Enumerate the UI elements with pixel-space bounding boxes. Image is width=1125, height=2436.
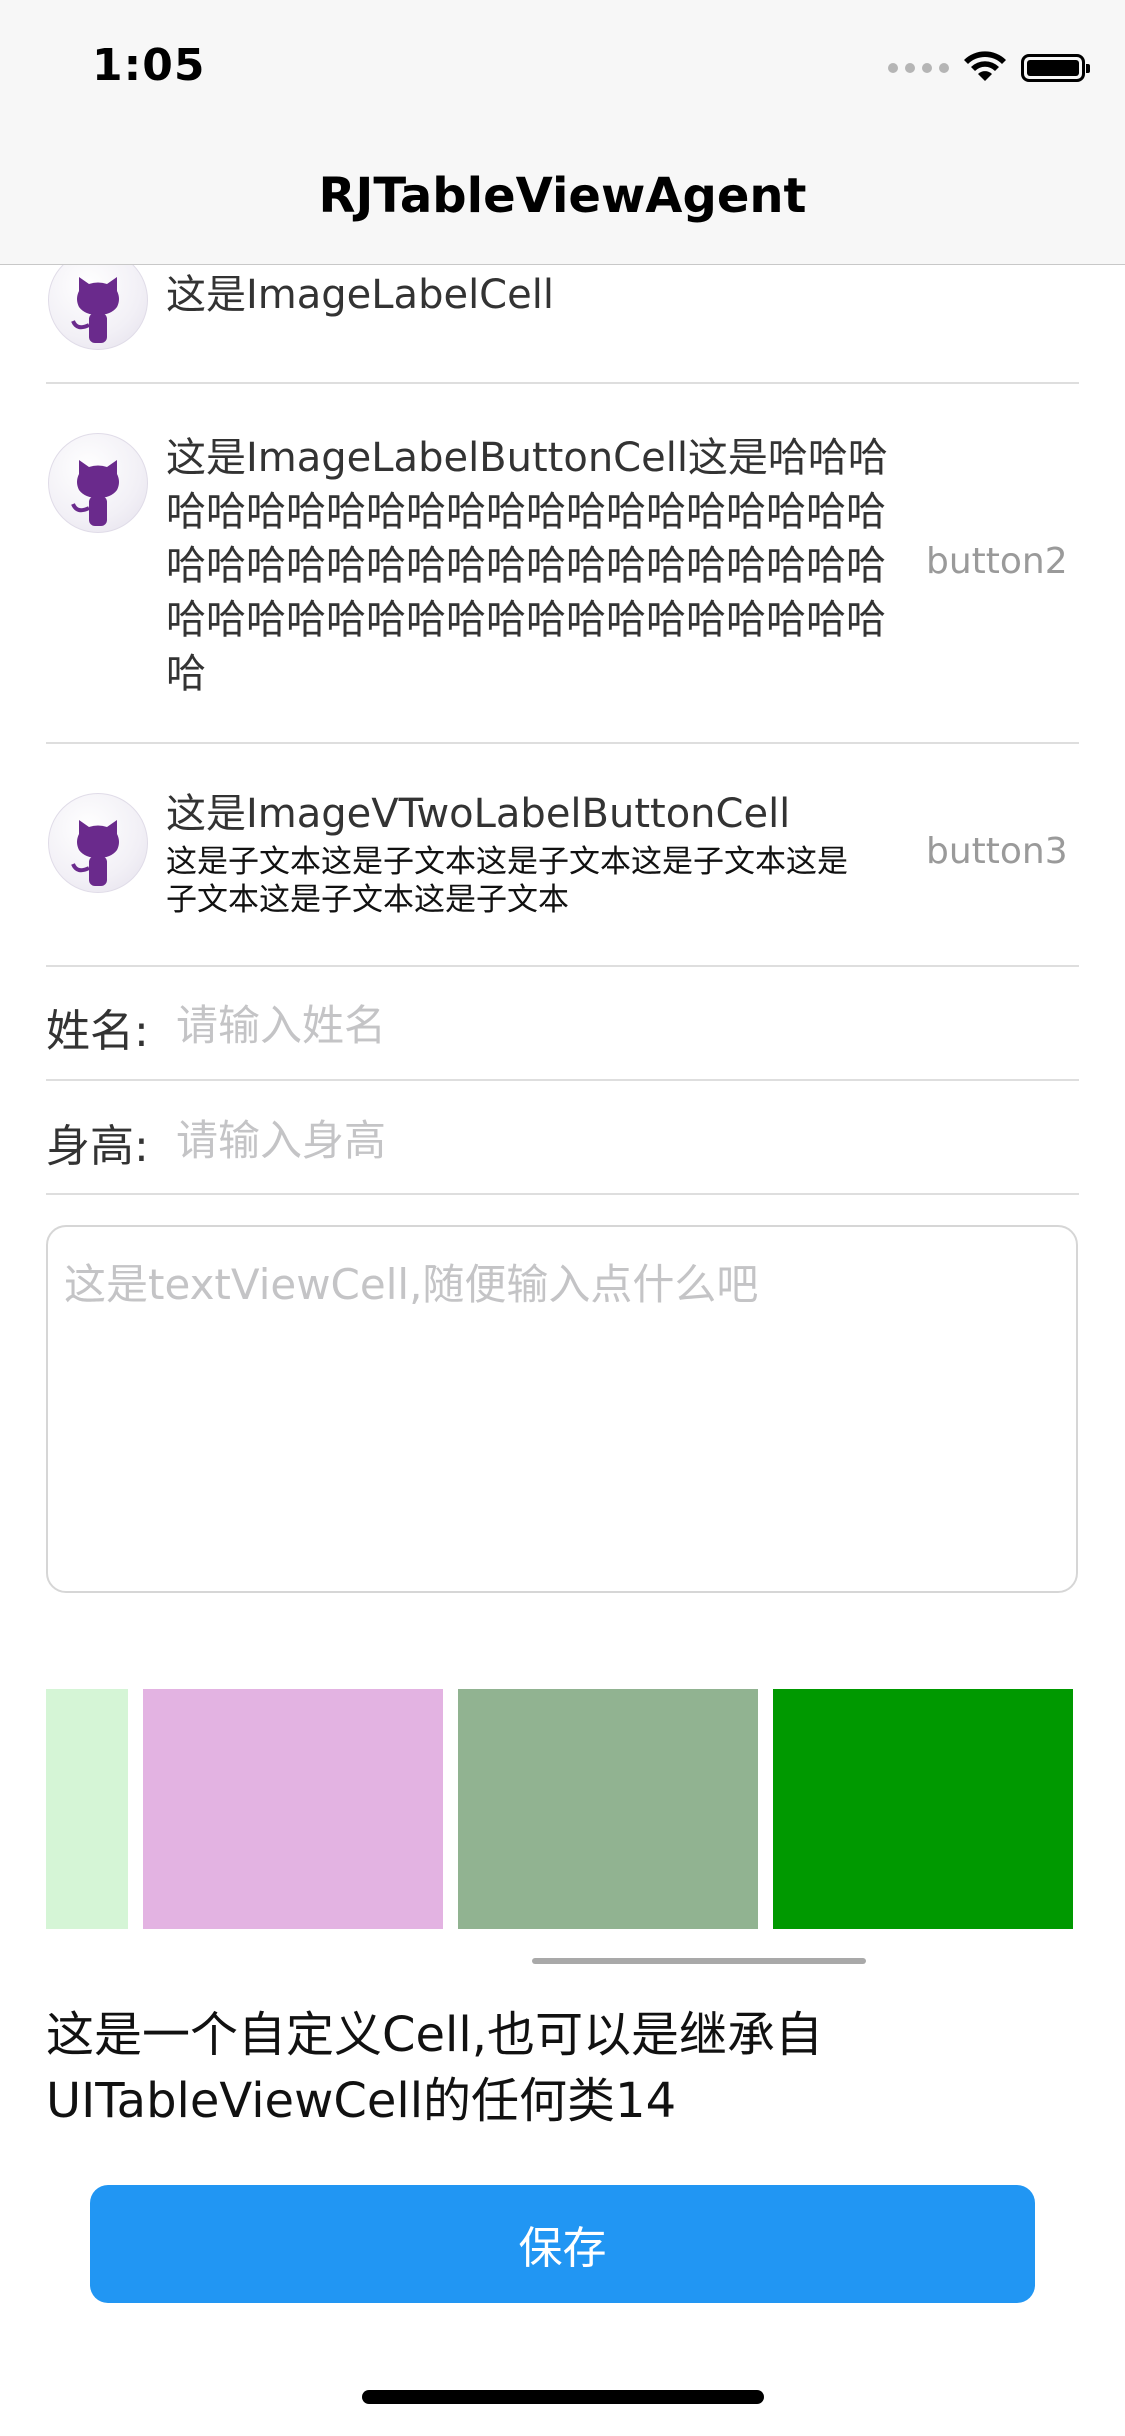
cell-label: 这是ImageLabelCell	[166, 272, 554, 318]
cell-title: 这是ImageVTwoLabelButtonCell	[166, 791, 791, 837]
avatar	[48, 433, 148, 533]
button3[interactable]: button3	[926, 831, 1068, 872]
cell-label: 这是ImageLabelButtonCell这是哈哈哈哈哈哈哈哈哈哈哈哈哈哈哈哈…	[166, 435, 888, 697]
signal-icon	[888, 63, 949, 73]
color-block[interactable]	[46, 1689, 128, 1929]
separator	[46, 965, 1079, 967]
height-label: 身高:	[46, 1121, 149, 1172]
octocat-icon	[71, 277, 119, 343]
color-collection[interactable]	[46, 1689, 1078, 1929]
octocat-icon	[71, 460, 119, 526]
home-indicator[interactable]	[362, 2390, 764, 2404]
separator	[46, 382, 1079, 384]
button2[interactable]: button2	[926, 541, 1068, 582]
page-title: RJTableViewAgent	[318, 168, 807, 224]
navigation-bar: RJTableViewAgent	[0, 132, 1125, 265]
horizontal-scroll-indicator[interactable]	[532, 1958, 866, 1964]
avatar	[48, 793, 148, 893]
text-view[interactable]	[46, 1225, 1078, 1593]
status-bar: 1:05	[0, 0, 1125, 132]
table-view[interactable]: 这是ImageLabelCell 这是ImageLabelButtonCell这…	[0, 265, 1125, 2436]
separator	[46, 1079, 1079, 1081]
color-block[interactable]	[458, 1689, 758, 1929]
separator	[46, 1193, 1079, 1195]
name-input[interactable]	[176, 995, 1056, 1055]
status-time: 1:05	[92, 40, 206, 91]
separator	[46, 742, 1079, 744]
cell-subtitle: 这是子文本这是子文本这是子文本这是子文本这是子文本这是子文本这是子文本	[166, 844, 848, 918]
save-button[interactable]: 保存	[90, 2185, 1035, 2303]
name-label: 姓名:	[46, 1006, 149, 1057]
height-input[interactable]	[176, 1110, 1056, 1170]
battery-icon	[1021, 54, 1090, 82]
octocat-icon	[71, 820, 119, 886]
status-icons	[888, 48, 1090, 88]
color-block[interactable]	[143, 1689, 443, 1929]
wifi-icon	[964, 51, 1006, 81]
avatar	[48, 265, 148, 350]
custom-cell-text: 这是一个自定义Cell,也可以是继承自UITableViewCell的任何类14	[46, 2007, 823, 2129]
color-block[interactable]	[773, 1689, 1073, 1929]
